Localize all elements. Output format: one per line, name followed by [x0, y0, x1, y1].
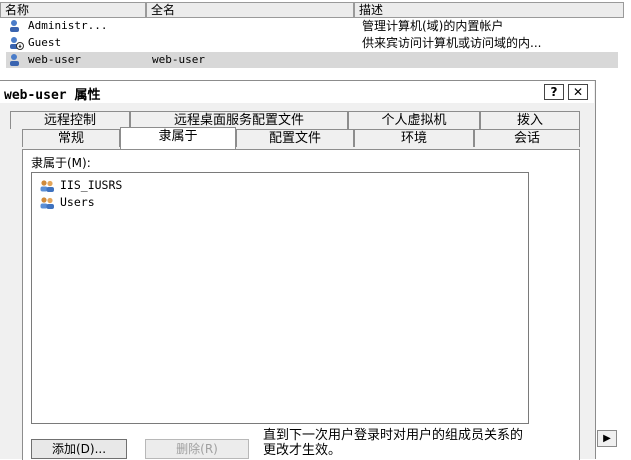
user-icon — [10, 20, 19, 32]
tab-sessions[interactable]: 会话 — [474, 129, 580, 147]
group-list[interactable]: IIS_IUSRS Users — [31, 172, 529, 424]
group-list-item[interactable]: Users — [38, 194, 95, 210]
user-name: Guest — [28, 36, 62, 49]
user-icon — [10, 54, 19, 66]
group-icon — [40, 196, 54, 209]
add-button[interactable]: 添加(D)... — [31, 439, 127, 459]
user-row[interactable]: Guest 供来宾访问计算机或访问域的内... — [6, 35, 618, 51]
column-header-description[interactable]: 描述 — [354, 2, 624, 18]
member-of-label: 隶属于(M): — [31, 156, 91, 170]
close-button[interactable]: ✕ — [568, 84, 588, 100]
tab-dial-in[interactable]: 拨入 — [480, 111, 580, 129]
user-list: 名称 全名 描述 Administr... 管理计算机(域)的内置帐户 Gues… — [0, 0, 624, 80]
remove-button[interactable]: 删除(R) — [145, 439, 249, 459]
tab-environment[interactable]: 环境 — [354, 129, 474, 147]
column-header-fullname[interactable]: 全名 — [146, 2, 354, 18]
dialog-title: web-user 属性 — [4, 88, 101, 103]
member-of-panel: 隶属于(M): IIS_IUSRS Users 添加(D)... 删除(R) 直… — [22, 149, 580, 460]
tab-remote-control[interactable]: 远程控制 — [10, 111, 130, 129]
tab-profile[interactable]: 配置文件 — [236, 129, 354, 147]
user-name: web-user — [28, 53, 81, 66]
dialog-titlebar[interactable]: web-user 属性 ? ✕ — [0, 81, 594, 103]
group-icon — [40, 179, 54, 192]
user-row-selected[interactable]: web-user web-user — [6, 52, 618, 68]
user-description: 供来宾访问计算机或访问域的内... — [362, 36, 542, 50]
user-name: Administr... — [28, 19, 108, 32]
column-header-name[interactable]: 名称 — [0, 2, 146, 18]
group-list-item[interactable]: IIS_IUSRS — [38, 177, 122, 193]
user-description: 管理计算机(域)的内置帐户 — [362, 19, 504, 33]
user-row[interactable]: Administr... 管理计算机(域)的内置帐户 — [6, 18, 618, 34]
group-name: IIS_IUSRS — [60, 178, 123, 192]
help-button[interactable]: ? — [544, 84, 564, 100]
membership-note: 直到下一次用户登录时对用户的组成员关系的更改才生效。 — [263, 428, 524, 458]
scroll-down-button[interactable]: ▶ — [597, 430, 617, 447]
group-name: Users — [60, 195, 95, 209]
disabled-user-icon — [10, 37, 24, 50]
tab-general[interactable]: 常规 — [22, 129, 120, 147]
tab-member-of[interactable]: 隶属于 — [120, 127, 236, 149]
properties-dialog: web-user 属性 ? ✕ 远程控制 远程桌面服务配置文件 个人虚拟机 拨入… — [0, 80, 596, 460]
tab-personal-vm[interactable]: 个人虚拟机 — [348, 111, 480, 129]
user-fullname: web-user — [152, 53, 205, 66]
